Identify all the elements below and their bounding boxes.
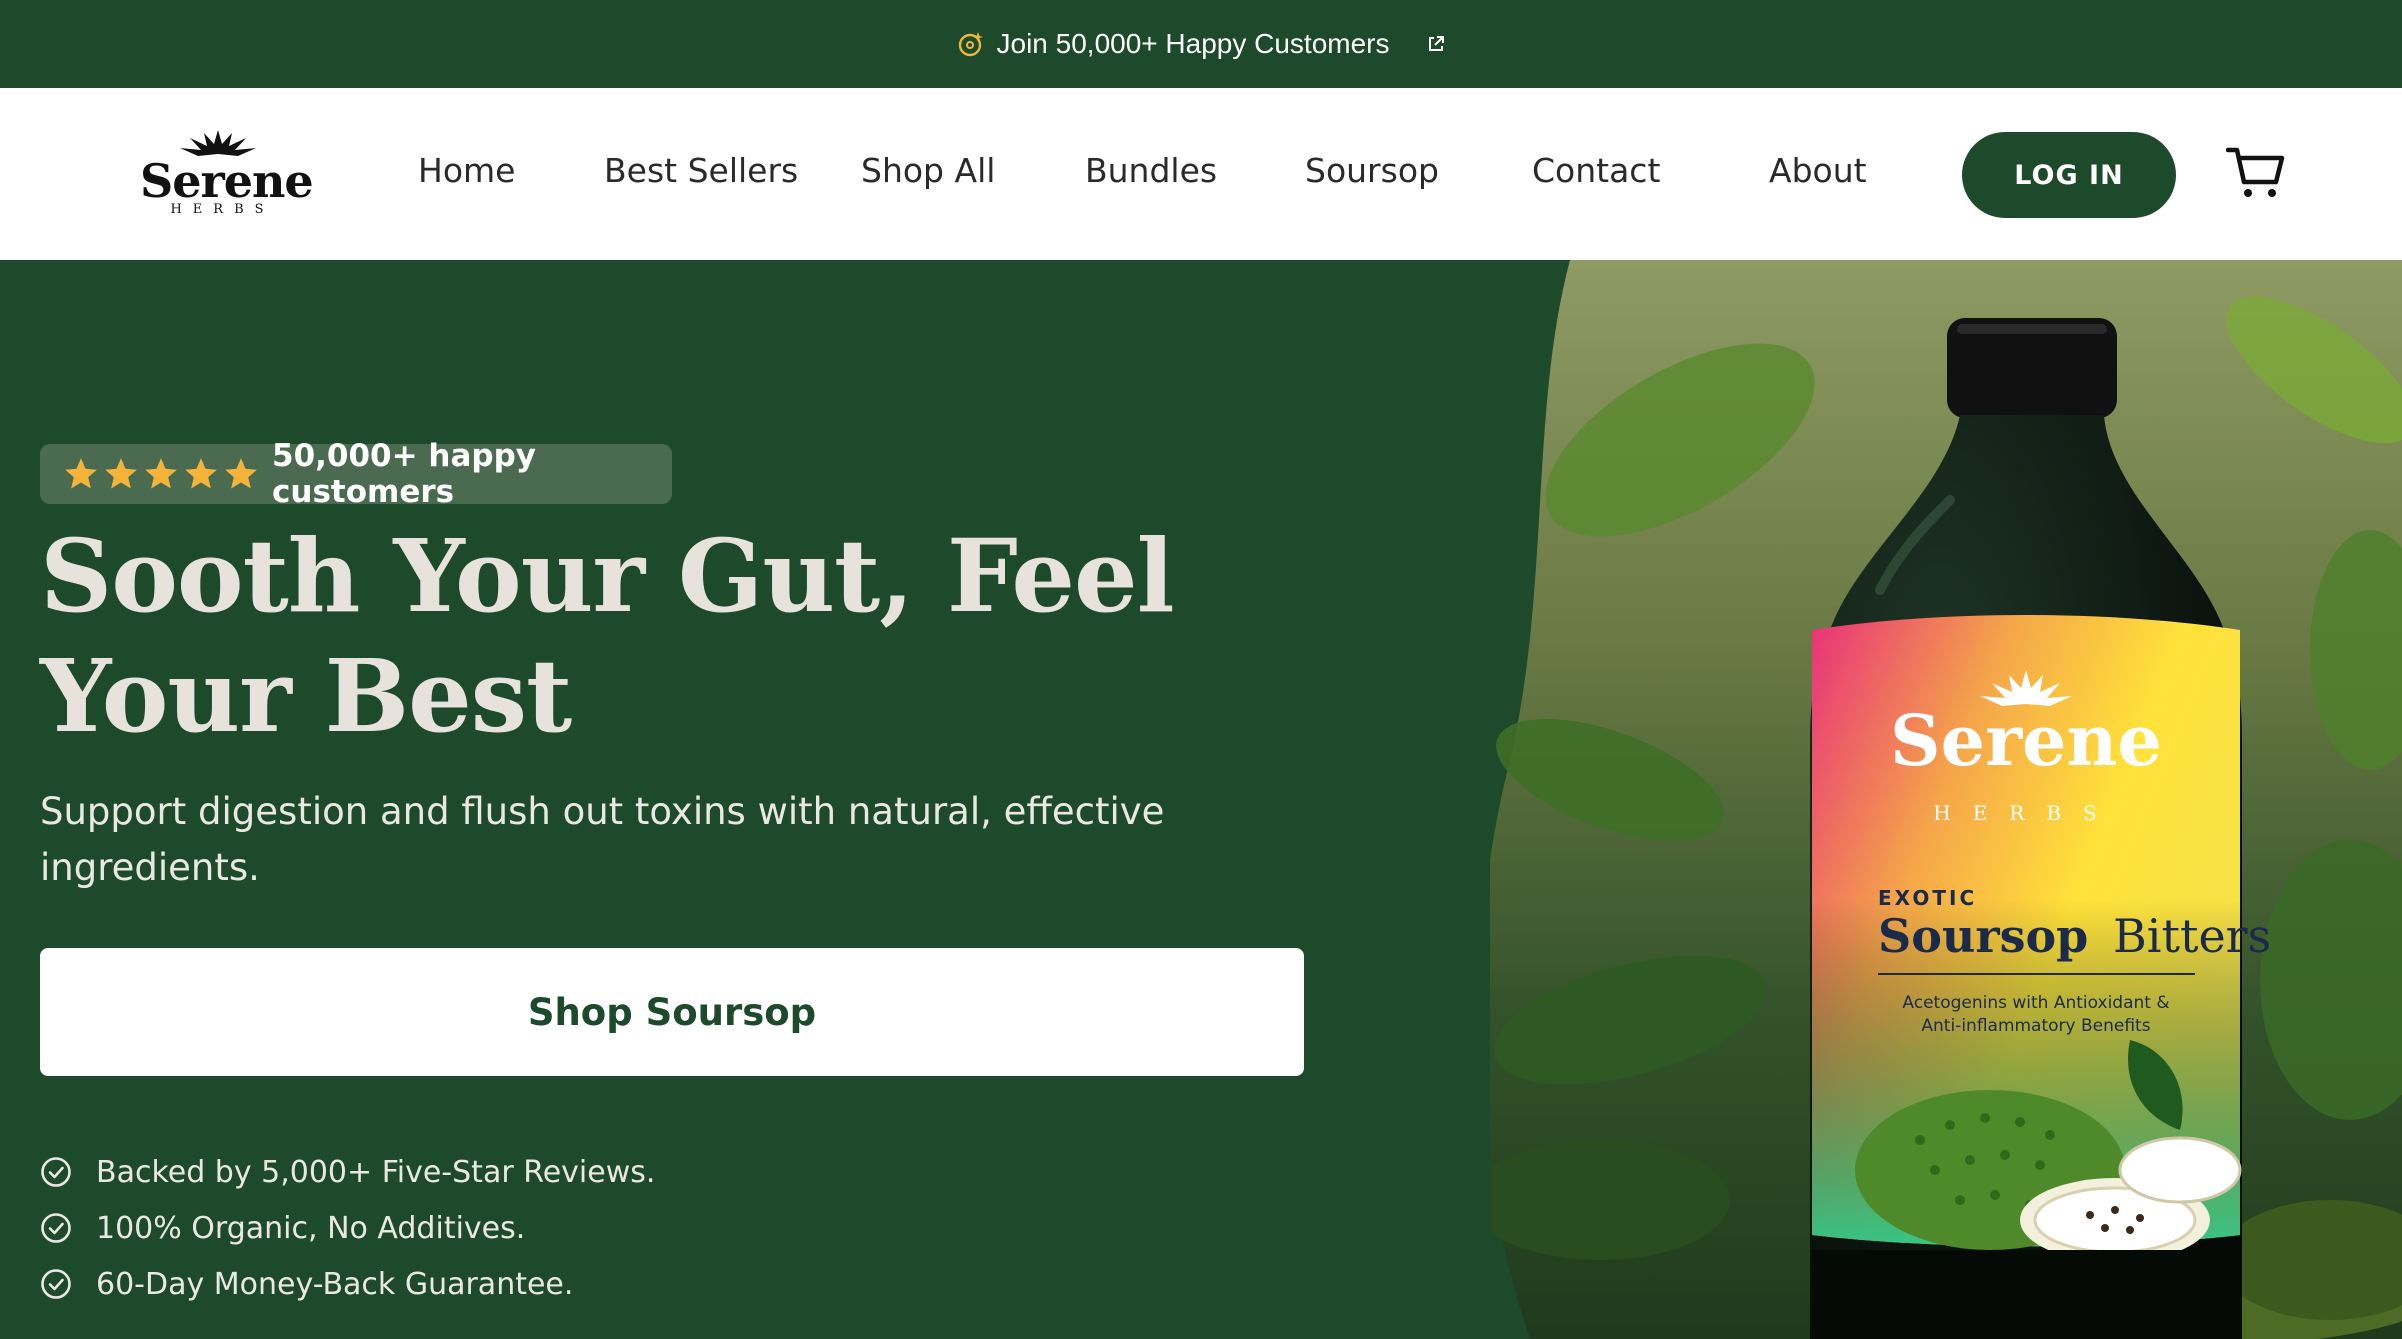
- label-kicker: EXOTIC: [1878, 886, 1977, 910]
- rating-badge: 50,000+ happy customers: [40, 438, 672, 510]
- label-claim-1: Acetogenins with Antioxidant &: [1902, 993, 2169, 1013]
- nav-contact[interactable]: Contact: [1532, 151, 1660, 190]
- check-circle-icon: [41, 1269, 71, 1299]
- star-icon: [105, 458, 137, 489]
- star-rating: [62, 456, 260, 492]
- rating-text: 50,000+ happy customers: [272, 438, 536, 510]
- nav-soursop[interactable]: Soursop: [1305, 151, 1439, 190]
- label-name-light: Bitters: [2113, 909, 2271, 963]
- label-product-name: Soursop Bitters: [1878, 909, 2271, 963]
- logo-wordmark: Serene: [140, 154, 314, 208]
- benefit-text: 60-Day Money-Back Guarantee.: [96, 1266, 574, 1302]
- label-brand: Serene: [1890, 699, 2162, 782]
- cart-icon[interactable]: [2226, 146, 2286, 200]
- nav-bundles[interactable]: Bundles: [1085, 151, 1217, 190]
- shop-soursop-button[interactable]: Shop Soursop: [40, 948, 1304, 1076]
- label-brand-sub: HERBS: [1933, 801, 2119, 825]
- star-icon: [65, 458, 97, 489]
- star-icon: [145, 458, 177, 489]
- check-circle-icon: [41, 1157, 71, 1187]
- star-icon: [225, 458, 257, 489]
- nav-about[interactable]: About: [1769, 151, 1867, 190]
- star-icon: [185, 458, 217, 489]
- headline-line-1: Sooth Your Gut, Feel: [40, 517, 1175, 635]
- benefit-item: 100% Organic, No Additives.: [40, 1200, 655, 1256]
- sparkle-badge-icon: [958, 32, 983, 57]
- benefit-item: Backed by 5,000+ Five-Star Reviews.: [40, 1144, 655, 1200]
- benefit-item: 60-Day Money-Back Guarantee.: [40, 1256, 655, 1312]
- hero-headline: Sooth Your Gut, Feel Your Best: [40, 516, 1240, 756]
- benefits-list: Backed by 5,000+ Five-Star Reviews. 100%…: [40, 1144, 655, 1312]
- nav-best-sellers[interactable]: Best Sellers: [604, 151, 798, 190]
- brand-logo[interactable]: Serene HERBS: [140, 130, 314, 220]
- announcement-bar[interactable]: Join 50,000+ Happy Customers: [0, 0, 2402, 88]
- nav-shop-all[interactable]: Shop All: [861, 151, 995, 190]
- hero-subhead: Support digestion and flush out toxins w…: [40, 790, 1165, 889]
- nav-home[interactable]: Home: [418, 151, 515, 190]
- site-header: Serene HERBS Home Best Sellers Shop All …: [0, 88, 2402, 260]
- label-name-bold: Soursop: [1878, 909, 2088, 963]
- external-link-icon[interactable]: [1426, 34, 1446, 54]
- benefit-text: 100% Organic, No Additives.: [96, 1210, 526, 1246]
- check-circle-icon: [41, 1213, 71, 1243]
- benefit-text: Backed by 5,000+ Five-Star Reviews.: [96, 1154, 656, 1190]
- hero-product-image: Serene HERBS EXOTIC Soursop Bitters Acet…: [1490, 260, 2402, 1339]
- label-claim-2: Anti-inflammatory Benefits: [1921, 1016, 2150, 1036]
- announcement-text: Join 50,000+ Happy Customers: [996, 28, 1390, 59]
- login-button[interactable]: LOG IN: [1962, 132, 2176, 218]
- hero-section: Serene HERBS EXOTIC Soursop Bitters Acet…: [0, 260, 2402, 1339]
- logo-subtitle: HERBS: [170, 202, 275, 217]
- headline-line-2: Your Best: [40, 637, 572, 755]
